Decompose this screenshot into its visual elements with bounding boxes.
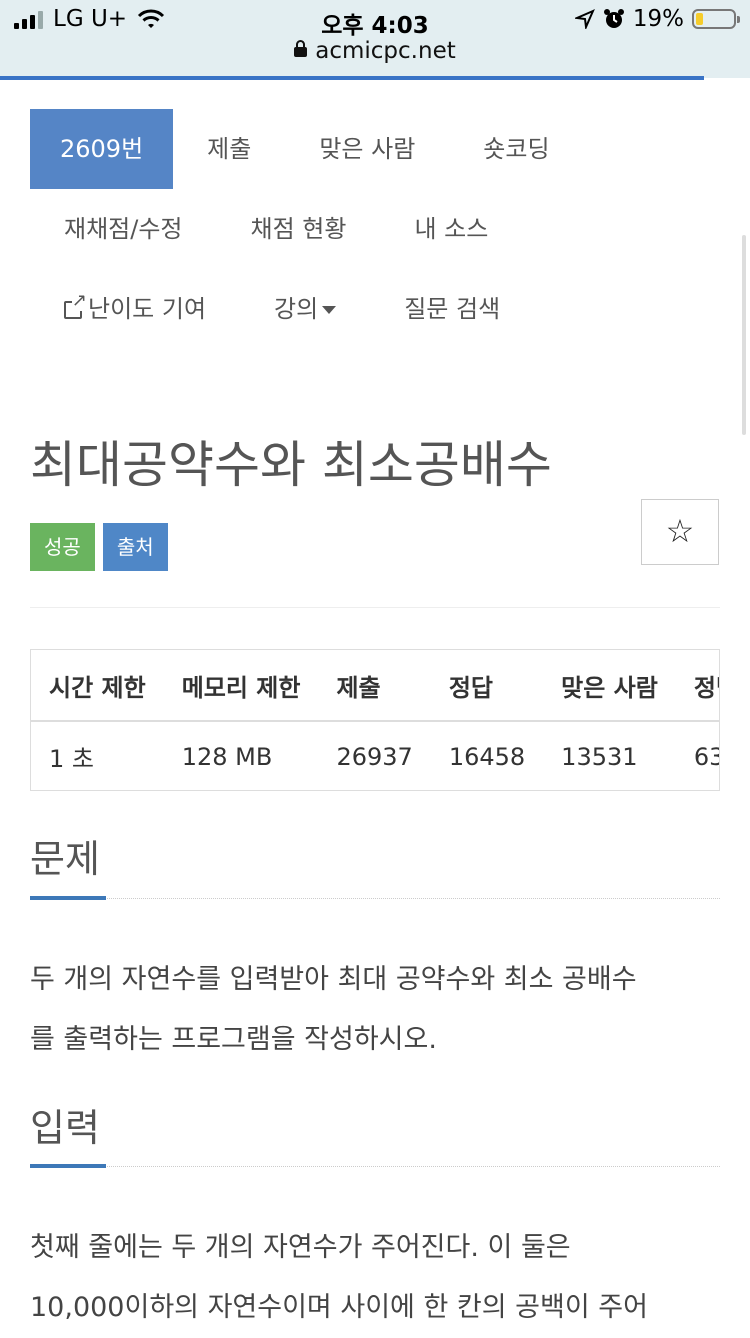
cell-accepted-users: 13531 [561, 742, 638, 771]
text-line: 10,000이하의 자연수이며 사이에 한 칸의 공백이 주어 [30, 1292, 648, 1323]
nav-lecture-dropdown[interactable]: 강의 [240, 269, 370, 349]
nav-rejudge[interactable]: 재채점/수정 [30, 189, 217, 269]
nav-short-coding[interactable]: 숏코딩 [449, 109, 583, 189]
cell-accepted: 16458 [448, 742, 526, 771]
label-source[interactable]: 출처 [102, 523, 168, 571]
star-button[interactable]: ☆ [641, 499, 719, 565]
input-description: 첫째 줄에는 두 개의 자연수가 주어진다. 이 둘은 10,000이하의 자연… [30, 1218, 720, 1338]
label-success[interactable]: 성공 [30, 523, 95, 571]
nav-question-search[interactable]: 질문 검색 [370, 269, 534, 349]
text-line: 첫째 줄에는 두 개의 자연수가 주어진다. 이 둘은 [30, 1232, 571, 1263]
section-underline [30, 1164, 720, 1168]
nav-problem-number[interactable]: 2609번 [30, 109, 174, 189]
lock-icon [294, 40, 308, 57]
url-bar[interactable]: acmicpc.net [0, 38, 750, 64]
section-underline [30, 896, 720, 900]
text-line: 두 개의 자연수를 입력받아 최대 공약수와 최소 공배수 [30, 964, 637, 995]
problem-nav: 2609번 제출 맞은 사람 숏코딩 재채점/수정 채점 현황 내 소스 난이도… [30, 109, 720, 349]
cell-accuracy: 63.8 [693, 742, 719, 771]
table-header-row: 시간 제한 메모리 제한 제출 정답 맞은 사람 정답 비율 [31, 650, 719, 722]
problem-labels: 성공 출처 [30, 523, 168, 571]
table-row: 1 초 128 MB 26937 16458 13531 63.8 [31, 721, 719, 790]
section-heading-problem: 문제 [30, 837, 100, 881]
external-link-icon [64, 291, 88, 319]
nav-my-source[interactable]: 내 소스 [380, 189, 522, 269]
scrollbar[interactable] [742, 235, 746, 435]
problem-info-table: 시간 제한 메모리 제한 제출 정답 맞은 사람 정답 비율 1 초 128 M… [30, 649, 720, 791]
cell-memory-limit: 128 MB [181, 742, 273, 771]
text-line: 를 출력하는 프로그램을 작성하시오. [30, 1024, 437, 1055]
header-accuracy: 정답 비율 [675, 650, 719, 722]
nav-row: 난이도 기여 강의 질문 검색 [30, 269, 720, 349]
battery-icon [692, 9, 740, 29]
cell-time-limit: 1 초 [49, 745, 94, 773]
battery-percent: 19% [632, 6, 684, 32]
header-accepted-users: 맞은 사람 [543, 650, 676, 722]
nav-lecture-label: 강의 [274, 295, 319, 323]
section-heading-input: 입력 [30, 1106, 100, 1150]
nav-accepted-users[interactable]: 맞은 사람 [285, 109, 449, 189]
header-submissions: 제출 [318, 650, 431, 722]
header-time-limit: 시간 제한 [31, 650, 164, 722]
nav-submit[interactable]: 제출 [173, 109, 285, 189]
header-accepted: 정답 [430, 650, 544, 722]
location-icon [574, 9, 595, 29]
header-memory-limit: 메모리 제한 [163, 650, 319, 722]
alarm-icon [603, 9, 624, 28]
nav-status[interactable]: 채점 현황 [217, 189, 381, 269]
caret-down-icon [322, 306, 337, 314]
page-load-progress [0, 76, 704, 80]
problem-description: 두 개의 자연수를 입력받아 최대 공약수와 최소 공배수 를 출력하는 프로그… [30, 950, 720, 1070]
nav-difficulty-label: 난이도 기여 [88, 295, 207, 323]
page-title: 최대공약수와 최소공배수 [30, 436, 552, 494]
divider [30, 607, 720, 608]
nav-difficulty-contribution[interactable]: 난이도 기여 [30, 269, 240, 349]
status-right: 19% [574, 6, 740, 32]
nav-row: 재채점/수정 채점 현황 내 소스 [30, 189, 720, 269]
nav-row: 2609번 제출 맞은 사람 숏코딩 [30, 109, 720, 189]
cell-submissions: 26937 [336, 742, 413, 771]
url-text: acmicpc.net [315, 38, 456, 64]
status-bar: LG U+ 오후 4:03 19% acmicpc.net [0, 0, 750, 80]
